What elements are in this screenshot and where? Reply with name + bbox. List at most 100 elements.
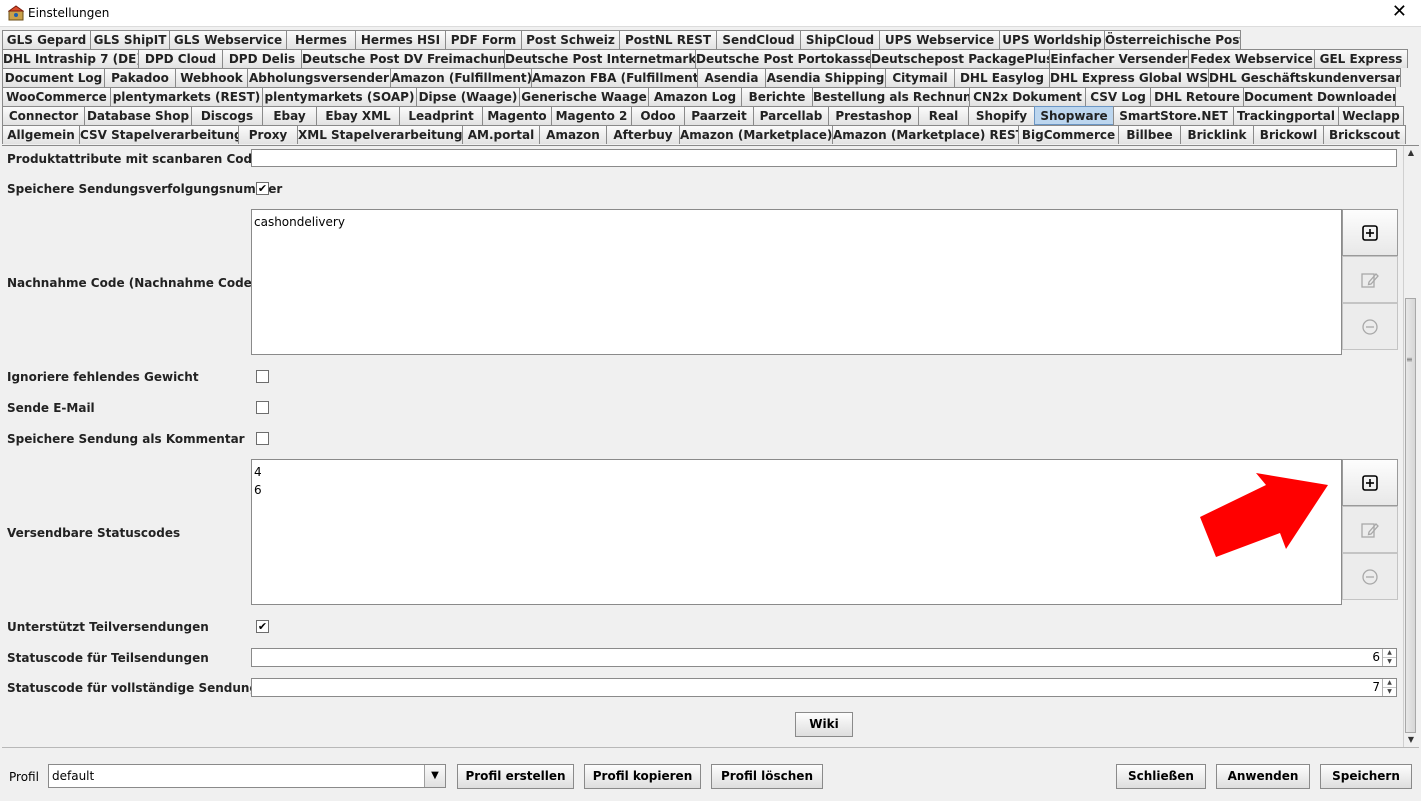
tab-einfacher-versender[interactable]: Einfacher Versender bbox=[1049, 49, 1189, 68]
tab-discogs[interactable]: Discogs bbox=[191, 106, 263, 125]
spinner-down-icon[interactable]: ▼ bbox=[1383, 658, 1396, 666]
statuscodes-add-button[interactable] bbox=[1342, 459, 1398, 506]
tab-weclapp[interactable]: Weclapp bbox=[1338, 106, 1404, 125]
tab-gls-shipit[interactable]: GLS ShipIT bbox=[90, 30, 170, 49]
tab-plentymarkets-rest[interactable]: plentymarkets (REST) bbox=[110, 87, 263, 106]
tab-bigcommerce[interactable]: BigCommerce bbox=[1018, 125, 1119, 144]
tab-dp-internetmarke[interactable]: Deutsche Post Internetmarke bbox=[504, 49, 696, 68]
tab-billbee[interactable]: Billbee bbox=[1118, 125, 1181, 144]
tab-gel-express[interactable]: GEL Express bbox=[1314, 49, 1408, 68]
tab-database-shop[interactable]: Database Shop bbox=[84, 106, 192, 125]
tab-magento[interactable]: Magento bbox=[482, 106, 552, 125]
tab-dp-packageplus[interactable]: Deutschepost PackagePlus bbox=[870, 49, 1050, 68]
tab-brickowl[interactable]: Brickowl bbox=[1253, 125, 1324, 144]
produktattribute-field[interactable] bbox=[251, 149, 1397, 167]
tab-ups-webservice[interactable]: UPS Webservice bbox=[879, 30, 1000, 49]
sende-email-checkbox[interactable] bbox=[256, 401, 269, 414]
anwenden-button[interactable]: Anwenden bbox=[1216, 764, 1310, 789]
tab-proxy[interactable]: Proxy bbox=[238, 125, 298, 144]
tab-allgemein[interactable]: Allgemein bbox=[2, 125, 80, 144]
tab-webhook[interactable]: Webhook bbox=[175, 68, 248, 87]
nachnahme-add-button[interactable] bbox=[1342, 209, 1398, 256]
tab-bestellung-als-rechnung[interactable]: Bestellung als Rechnung bbox=[812, 87, 970, 106]
status-voll-spinner[interactable]: 7 ▲ ▼ bbox=[251, 678, 1397, 697]
tab-am-portal[interactable]: AM.portal bbox=[462, 125, 540, 144]
vertical-scrollbar[interactable]: ▲ ≡ ▼ bbox=[1403, 146, 1418, 747]
tab-plentymarkets-soap[interactable]: plentymarkets (SOAP) bbox=[262, 87, 417, 106]
profil-loeschen-button[interactable]: Profil löschen bbox=[711, 764, 823, 789]
tab-postnl-rest[interactable]: PostNL REST bbox=[619, 30, 717, 49]
tab-amazon-fba[interactable]: Amazon FBA (Fulfillment) bbox=[531, 68, 698, 87]
statuscodes-remove-button[interactable] bbox=[1342, 553, 1398, 600]
tab-abholungsversender[interactable]: Abholungsversender bbox=[247, 68, 391, 87]
tab-csv-log[interactable]: CSV Log bbox=[1085, 87, 1151, 106]
schliessen-button[interactable]: Schließen bbox=[1116, 764, 1206, 789]
spinner-arrows[interactable]: ▲ ▼ bbox=[1382, 649, 1396, 666]
tab-dipse-waage[interactable]: Dipse (Waage) bbox=[416, 87, 520, 106]
tab-bricklink[interactable]: Bricklink bbox=[1180, 125, 1254, 144]
tab-asendia-shipping[interactable]: Asendia Shipping bbox=[765, 68, 886, 87]
tab-magento-2[interactable]: Magento 2 bbox=[551, 106, 632, 125]
tab-connector[interactable]: Connector bbox=[2, 106, 85, 125]
nachnahme-list[interactable]: cashondelivery bbox=[251, 209, 1342, 355]
speichern-button[interactable]: Speichern bbox=[1320, 764, 1412, 789]
scroll-down-icon[interactable]: ▼ bbox=[1404, 733, 1418, 747]
tab-pakadoo[interactable]: Pakadoo bbox=[104, 68, 176, 87]
tab-fedex-webservice[interactable]: Fedex Webservice bbox=[1188, 49, 1315, 68]
tab-dhl-intraship[interactable]: DHL Intraship 7 (DE) bbox=[2, 49, 139, 68]
tab-dhl-express-global[interactable]: DHL Express Global WS bbox=[1049, 68, 1209, 87]
tab-berichte[interactable]: Berichte bbox=[741, 87, 813, 106]
spinner-up-icon[interactable]: ▲ bbox=[1383, 679, 1396, 688]
nachnahme-remove-button[interactable] bbox=[1342, 303, 1398, 350]
tab-shipcloud[interactable]: ShipCloud bbox=[800, 30, 880, 49]
spinner-arrows[interactable]: ▲ ▼ bbox=[1382, 679, 1396, 696]
tab-cn2x-dokument[interactable]: CN2x Dokument bbox=[969, 87, 1086, 106]
tab-dhl-easylog[interactable]: DHL Easylog bbox=[954, 68, 1050, 87]
tab-csv-stapelverarbeitung[interactable]: CSV Stapelverarbeitung bbox=[79, 125, 239, 144]
tab-trackingportal[interactable]: Trackingportal bbox=[1233, 106, 1339, 125]
tab-woocommerce[interactable]: WooCommerce bbox=[2, 87, 111, 106]
tab-ebay[interactable]: Ebay bbox=[262, 106, 317, 125]
tab-ups-worldship[interactable]: UPS Worldship bbox=[999, 30, 1105, 49]
tab-dhl-retoure[interactable]: DHL Retoure bbox=[1150, 87, 1244, 106]
tab-shopify[interactable]: Shopify bbox=[968, 106, 1035, 125]
tab-amazon-log[interactable]: Amazon Log bbox=[648, 87, 742, 106]
tab-post-schweiz[interactable]: Post Schweiz bbox=[521, 30, 620, 49]
chevron-down-icon[interactable]: ▼ bbox=[424, 765, 445, 787]
spinner-up-icon[interactable]: ▲ bbox=[1383, 649, 1396, 658]
tab-smartstore-net[interactable]: SmartStore.NET bbox=[1113, 106, 1234, 125]
tab-amazon-marketplace-rest[interactable]: Amazon (Marketplace) REST bbox=[832, 125, 1019, 144]
tab-document-log[interactable]: Document Log bbox=[2, 68, 105, 87]
tab-parcellab[interactable]: Parcellab bbox=[753, 106, 829, 125]
tab-amazon-marketplace[interactable]: Amazon (Marketplace) bbox=[679, 125, 833, 144]
tab-dhl-geschaeftskunden[interactable]: DHL Geschäftskundenversand bbox=[1208, 68, 1401, 87]
tab-xml-stapelverarbeitung[interactable]: XML Stapelverarbeitung bbox=[297, 125, 463, 144]
list-item[interactable]: 6 bbox=[254, 481, 1339, 499]
tab-citymail[interactable]: Citymail bbox=[885, 68, 955, 87]
statuscodes-list[interactable]: 4 6 bbox=[251, 459, 1342, 605]
speichere-kommentar-checkbox[interactable] bbox=[256, 432, 269, 445]
tab-gls-webservice[interactable]: GLS Webservice bbox=[169, 30, 287, 49]
tab-gls-gepard[interactable]: GLS Gepard bbox=[2, 30, 91, 49]
tab-afterbuy[interactable]: Afterbuy bbox=[606, 125, 680, 144]
tab-dpd-cloud[interactable]: DPD Cloud bbox=[138, 49, 223, 68]
profil-erstellen-button[interactable]: Profil erstellen bbox=[457, 764, 574, 789]
ignoriere-gewicht-checkbox[interactable] bbox=[256, 370, 269, 383]
tab-prestashop[interactable]: Prestashop bbox=[828, 106, 919, 125]
close-icon[interactable]: ✕ bbox=[1392, 2, 1407, 22]
tab-ebay-xml[interactable]: Ebay XML bbox=[316, 106, 400, 125]
scroll-up-icon[interactable]: ▲ bbox=[1404, 146, 1418, 160]
tab-dp-portokasse[interactable]: Deutsche Post Portokasse bbox=[695, 49, 871, 68]
tab-sendcloud[interactable]: SendCloud bbox=[716, 30, 801, 49]
spinner-down-icon[interactable]: ▼ bbox=[1383, 688, 1396, 696]
list-item[interactable]: cashondelivery bbox=[254, 213, 1339, 231]
status-teil-spinner[interactable]: 6 ▲ ▼ bbox=[251, 648, 1397, 667]
profil-select[interactable]: default ▼ bbox=[48, 764, 446, 788]
tab-paarzeit[interactable]: Paarzeit bbox=[684, 106, 754, 125]
tab-brickscout[interactable]: Brickscout bbox=[1323, 125, 1406, 144]
statuscodes-edit-button[interactable] bbox=[1342, 506, 1398, 553]
tab-real[interactable]: Real bbox=[918, 106, 969, 125]
tab-leadprint[interactable]: Leadprint bbox=[399, 106, 483, 125]
tab-hermes[interactable]: Hermes bbox=[286, 30, 356, 49]
tab-amazon-fulfillment[interactable]: Amazon (Fulfillment) bbox=[390, 68, 532, 87]
